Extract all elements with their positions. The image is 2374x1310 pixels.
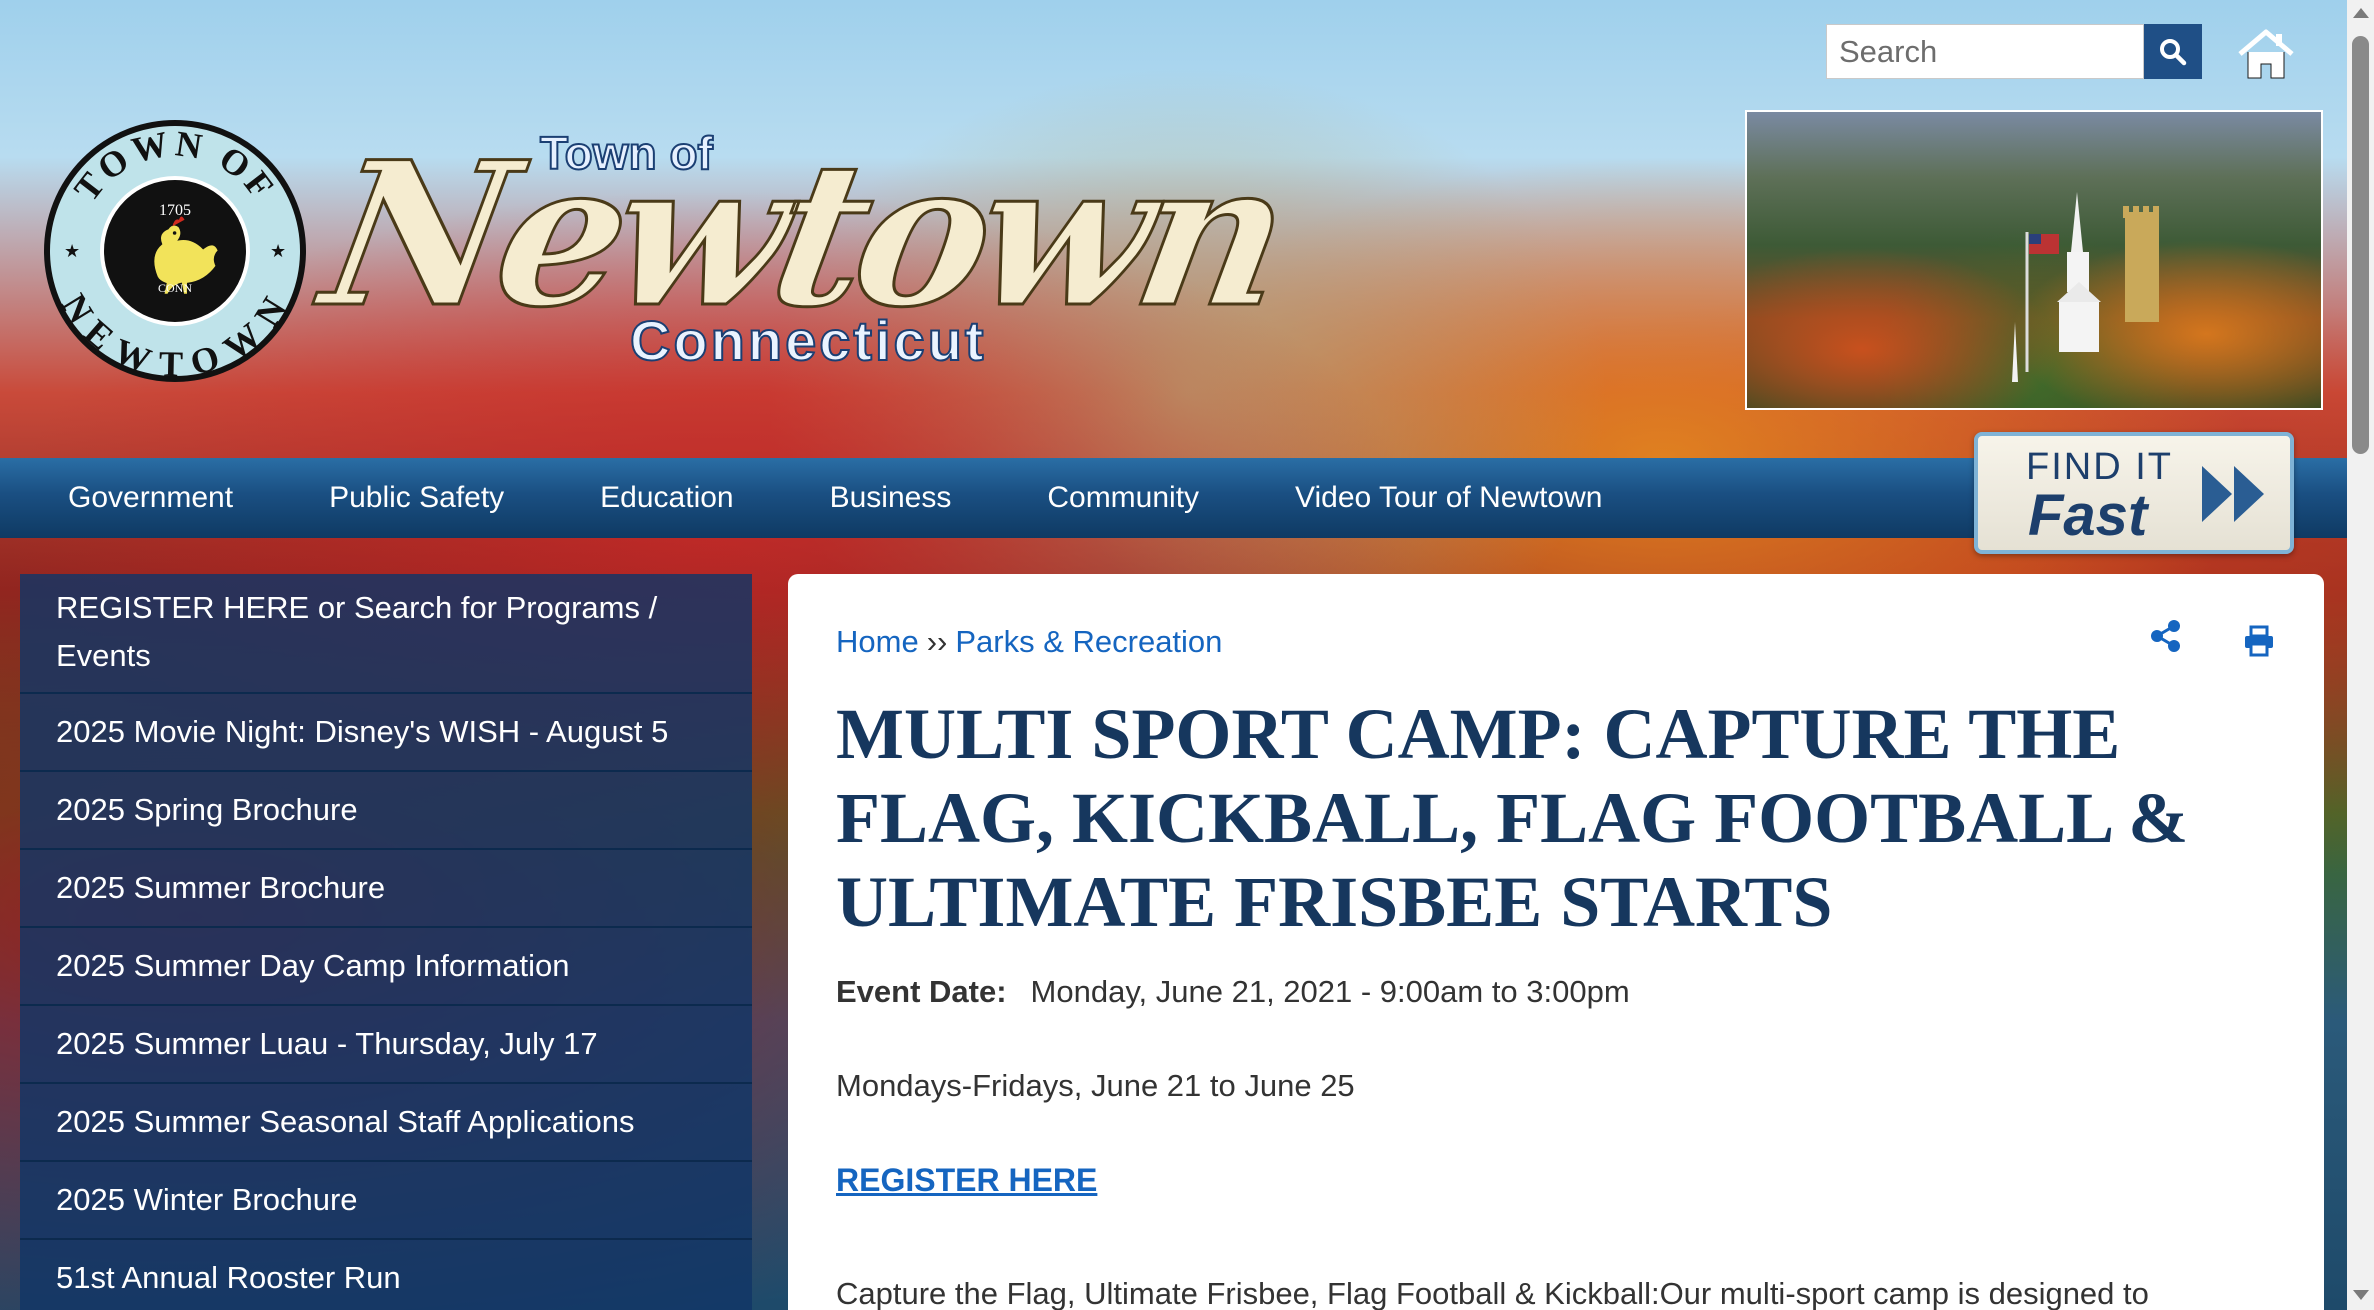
fast-label: Fast	[2028, 483, 2148, 548]
sidebar-item-rooster-run[interactable]: 51st Annual Rooster Run	[20, 1240, 752, 1310]
sidebar-item-winter-brochure[interactable]: 2025 Winter Brochure	[20, 1162, 752, 1240]
nav-item-video-tour[interactable]: Video Tour of Newtown	[1247, 458, 1650, 538]
event-date-value: Monday, June 21, 2021 - 9:00am to 3:00pm	[1030, 974, 1630, 1009]
sidebar-item-day-camp[interactable]: 2025 Summer Day Camp Information	[20, 928, 752, 1006]
town-seal[interactable]: TOWN OF NEWTOWN ★ ★ 1705 CONN	[44, 120, 306, 382]
event-date-label: Event Date:	[836, 974, 1007, 1009]
page-title: MULTI SPORT CAMP: CAPTURE THE FLAG, KICK…	[836, 694, 2189, 942]
church-illustration	[2012, 192, 2159, 382]
home-icon	[2238, 29, 2294, 79]
seal-abbr: CONN	[157, 281, 192, 295]
event-date: Event Date: Monday, June 21, 2021 - 9:00a…	[836, 974, 1630, 1010]
breadcrumb: Home ›› Parks & Recreation	[836, 624, 1222, 660]
svg-text:★: ★	[270, 241, 286, 261]
sidebar-item-spring-brochure[interactable]: 2025 Spring Brochure	[20, 772, 752, 850]
print-icon	[2245, 625, 2273, 657]
svg-text:★: ★	[64, 241, 80, 261]
home-button[interactable]	[2236, 26, 2296, 82]
wordmark-newtown: Newtown	[308, 117, 1297, 353]
scroll-down-arrow-icon[interactable]	[2353, 1290, 2369, 1300]
header-photo	[1745, 110, 2323, 410]
register-here-link[interactable]: REGISTER HERE	[836, 1162, 1097, 1199]
nav-item-community[interactable]: Community	[999, 458, 1247, 538]
find-it-fast-button[interactable]: FIND IT Fast	[1974, 432, 2294, 554]
sidebar-item-summer-luau[interactable]: 2025 Summer Luau - Thursday, July 17	[20, 1006, 752, 1084]
newtown-wordmark[interactable]: Town of Newtown Connecticut	[308, 117, 1297, 388]
sidebar-item-movie-night[interactable]: 2025 Movie Night: Disney's WISH - August…	[20, 694, 752, 772]
nav-item-public-safety[interactable]: Public Safety	[281, 458, 552, 538]
site-header: TOWN OF NEWTOWN ★ ★ 1705 CONN Town of Ne…	[0, 0, 2347, 458]
search-input[interactable]	[1826, 24, 2144, 79]
nav-item-government[interactable]: Government	[0, 458, 281, 538]
share-icon	[2151, 620, 2180, 652]
main-content: Home ›› Parks & Recreation MULTI SPORT CAM…	[788, 574, 2324, 1310]
breadcrumb-parks-recreation[interactable]: Parks & Recreation	[955, 624, 1222, 659]
seal-center: 1705 CONN	[100, 176, 250, 326]
search-button[interactable]	[2144, 24, 2202, 79]
sidebar-item-staff-applications[interactable]: 2025 Summer Seasonal Staff Applications	[20, 1084, 752, 1162]
scrollbar-thumb[interactable]	[2352, 36, 2369, 454]
search-icon	[2160, 38, 2187, 65]
double-arrow-icon	[2202, 466, 2264, 522]
sidebar-item-summer-brochure[interactable]: 2025 Summer Brochure	[20, 850, 752, 928]
print-button[interactable]	[2242, 624, 2276, 658]
nav-list: Government Public Safety Education Busin…	[0, 458, 1650, 538]
page-scrollbar[interactable]	[2347, 0, 2374, 1310]
event-description: Capture the Flag, Ultimate Frisbee, Flag…	[836, 1276, 2149, 1310]
event-dates-text: Mondays-Fridays, June 21 to June 25	[836, 1068, 1355, 1103]
share-button[interactable]	[2148, 618, 2184, 654]
nav-item-business[interactable]: Business	[782, 458, 1000, 538]
breadcrumb-home[interactable]: Home	[836, 624, 919, 659]
wordmark-connecticut: Connecticut	[629, 308, 987, 373]
nav-item-education[interactable]: Education	[552, 458, 781, 538]
breadcrumb-separator: ››	[926, 624, 948, 659]
sidebar-nav: REGISTER HERE or Search for Programs / E…	[20, 574, 752, 1310]
sidebar-item-register[interactable]: REGISTER HERE or Search for Programs / E…	[20, 574, 752, 694]
scroll-up-arrow-icon[interactable]	[2353, 8, 2369, 18]
site-search	[1826, 24, 2202, 79]
page: TOWN OF NEWTOWN ★ ★ 1705 CONN Town of Ne…	[0, 0, 2347, 1310]
